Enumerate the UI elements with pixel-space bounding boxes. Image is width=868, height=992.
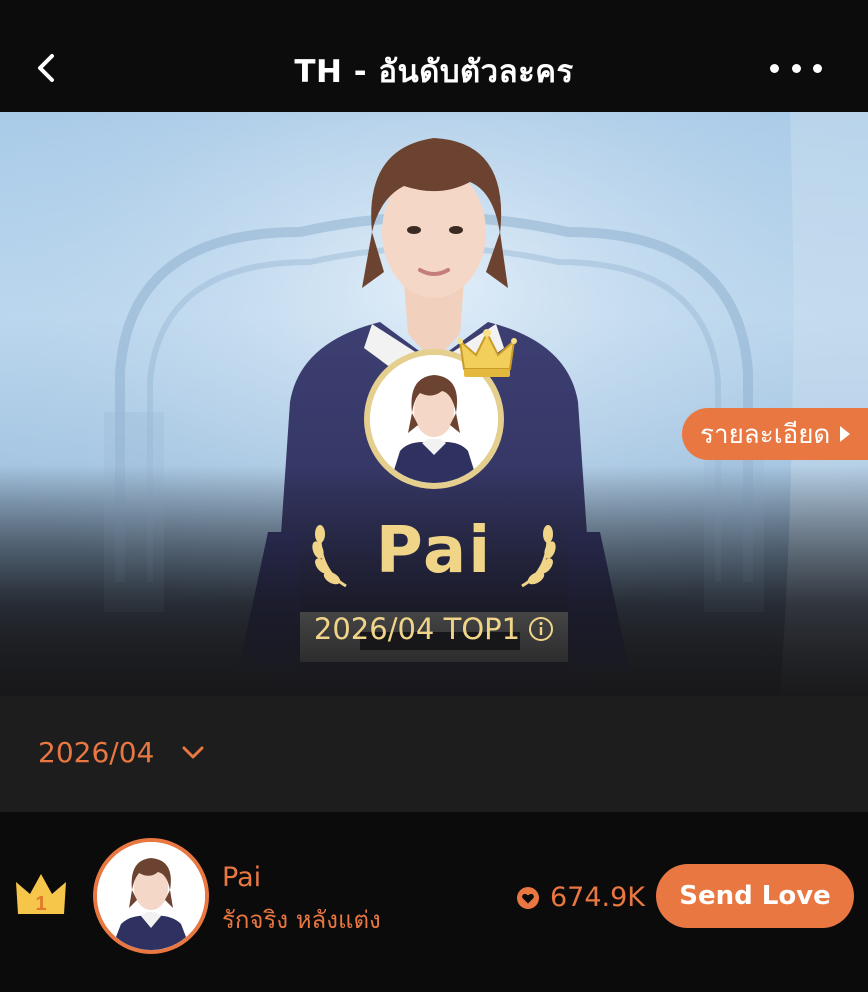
row-avatar[interactable]	[93, 838, 209, 954]
heart-icon	[517, 886, 539, 909]
more-dots-icon	[770, 63, 779, 73]
top-nav-bar: TH - อันดับตัวละคร	[0, 0, 868, 112]
chevron-down-icon	[182, 746, 204, 758]
month-label: 2026/04	[38, 736, 155, 769]
hero-avatar[interactable]	[364, 329, 517, 489]
row-series-title: รักจริง หลังแต่ง	[222, 906, 381, 934]
love-count: 674.9K	[516, 882, 645, 913]
month-dropdown[interactable]: 2026/04	[38, 736, 206, 769]
character-name: Pai	[375, 514, 493, 588]
more-dot	[791, 63, 801, 73]
love-value: 674.9K	[550, 882, 646, 913]
send-love-button[interactable]: Send Love	[656, 864, 854, 928]
details-label: รายละเอียด	[700, 419, 831, 450]
rank-period: 2026/04 TOP1	[0, 612, 868, 646]
month-filter-bar: 2026/04	[0, 696, 868, 812]
rank-text: 2026/04 TOP1	[313, 612, 521, 646]
crown-icon	[457, 329, 517, 377]
ranking-list-item[interactable]: 1 Pai รักจริง หลังแต่ง 674.9K Send Love	[0, 812, 868, 992]
hero-banner: รายละเอียด Pai 2026/04 TOP1	[0, 112, 868, 696]
more-dot	[813, 63, 822, 73]
send-love-label: Send Love	[679, 881, 831, 911]
row-character-name: Pai	[222, 862, 262, 893]
info-icon[interactable]	[528, 616, 554, 642]
page-title: TH - อันดับตัวละคร	[294, 54, 574, 90]
details-button[interactable]: รายละเอียด	[682, 408, 868, 460]
more-options-button[interactable]	[770, 56, 822, 80]
caret-right-icon	[840, 426, 851, 442]
rank-number: 1	[35, 893, 46, 915]
laurel-right-icon	[521, 525, 556, 588]
rank-crown-icon: 1	[16, 874, 66, 915]
